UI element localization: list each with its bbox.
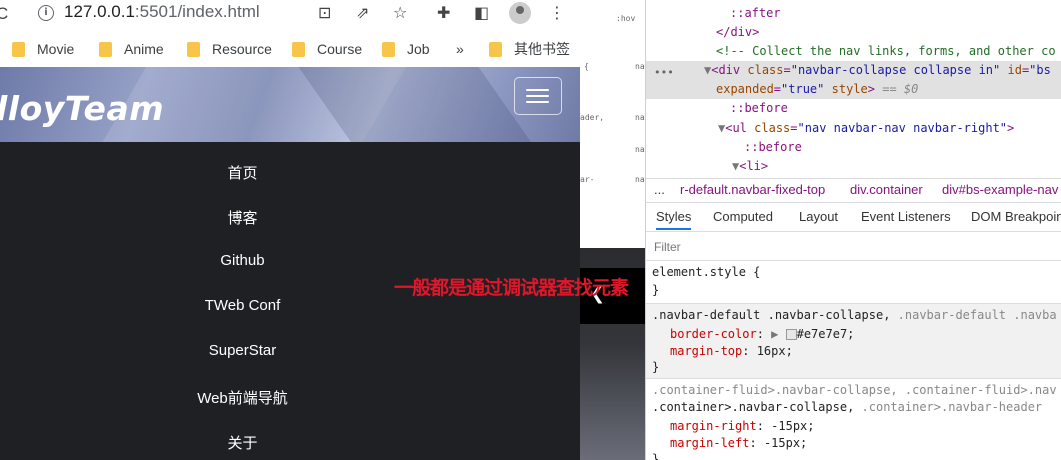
url-text[interactable]: 127.0.0.1:5501/index.html [64,2,260,22]
tree-line[interactable]: ::before [744,140,802,154]
hamburger-icon [526,89,549,91]
annotation-text: 一般都是通过调试器查找元素 [394,277,629,299]
bookmark-course[interactable]: Course [292,39,362,59]
css-value[interactable]: -15px; [771,419,814,433]
folder-icon [99,41,112,57]
strip-label: na [635,62,645,71]
folder-icon [187,41,200,57]
folder-icon [12,41,25,57]
rule-selector-unmatched: .navbar-default .navba [897,308,1057,322]
css-property[interactable]: margin-top [670,344,742,358]
tree-line[interactable]: ::after [730,6,781,20]
bookmarks-bar: Movie Anime Resource Course Job » 其他书签 [0,31,580,68]
breadcrumb-item[interactable]: div#bs-example-nav [942,182,1058,197]
css-value[interactable]: #e7e7e7; [797,327,855,341]
breadcrumb-item[interactable]: r-default.navbar-fixed-top [680,182,825,197]
node-menu-icon[interactable]: ••• [654,66,674,79]
rule-selector[interactable]: .container>.navbar-collapse, [652,400,854,414]
devtools-subtabs: Styles Computed Layout Event Listeners D… [646,202,1061,232]
nav-item-github[interactable]: Github [0,252,485,269]
strip-label: na [635,113,645,122]
nav-item-about[interactable]: 关于 [0,432,485,453]
breadcrumb-more[interactable]: ... [654,182,665,197]
star-icon[interactable]: ☆ [393,3,407,22]
tab-event-listeners[interactable]: Event Listeners [861,209,951,224]
site-header: lloyTeam [0,67,580,142]
bookmark-resource[interactable]: Resource [187,39,272,59]
tree-line-selected-cont[interactable]: expanded="true" style> == $0 [716,82,918,96]
menu-icon[interactable]: ⋮ [549,3,565,22]
dom-breadcrumbs: ... r-default.navbar-fixed-top div.conta… [646,178,1061,203]
tree-line[interactable]: ::before [730,101,788,115]
strip-label: na [635,175,645,184]
css-property[interactable]: margin-right [670,419,757,433]
tree-line[interactable]: ▼<li> [732,159,768,173]
nav-item-superstar[interactable]: SuperStar [0,342,485,359]
strip-label: na [635,145,645,154]
tab-layout[interactable]: Layout [799,209,838,224]
browser-window: C i 127.0.0.1:5501/index.html ⊡ ⇗ ☆ ✚ ◧ … [0,0,580,460]
bookmarks-overflow[interactable]: » [456,39,464,59]
profile-avatar[interactable] [509,2,531,24]
bookmark-other[interactable]: 其他书签 [489,39,570,59]
tree-line[interactable]: </div> [716,25,759,39]
reload-icon[interactable]: C [0,4,8,24]
rule-close: } [652,283,660,297]
styles-filter-input[interactable]: Filter [646,232,1061,261]
elements-tree: ••• ::after </div> <!-- Collect the nav … [646,0,1061,178]
background-window-strip: :hov { na ader, na na ar- na ❮ [580,0,645,460]
nav-item-blog[interactable]: 博客 [0,207,485,228]
rule-selector[interactable]: .container-fluid>.navbar-collapse, .cont… [652,383,1057,397]
css-property[interactable]: border-color [670,327,757,341]
site-nav: 首页 博客 Github TWeb Conf SuperStar Web前端导航… [0,142,580,460]
sidepanel-icon[interactable]: ◧ [474,3,489,22]
tree-line-selected[interactable]: ▼<div class="navbar-collapse collapse in… [704,63,1051,77]
folder-icon [489,41,502,57]
site-info-icon[interactable]: i [38,5,54,21]
nav-item-home[interactable]: 首页 [0,162,485,183]
css-value[interactable]: -15px; [764,436,807,450]
css-value[interactable]: 16px; [757,344,793,358]
folder-icon [292,41,305,57]
rule-navbar-collapse: .navbar-default .navbar-collapse, .navba… [646,303,1061,379]
share-icon[interactable]: ⇗ [356,3,369,22]
devtools-panel: ••• ::after </div> <!-- Collect the nav … [645,0,1061,460]
breadcrumb-item[interactable]: div.container [850,182,923,197]
address-bar[interactable]: C i 127.0.0.1:5501/index.html ⊡ ⇗ ☆ ✚ ◧ … [0,0,580,31]
tab-computed[interactable]: Computed [713,209,773,224]
tab-styles[interactable]: Styles [656,209,692,230]
nav-item-web-nav[interactable]: Web前端导航 [0,387,485,408]
tab-dom-breakpoints[interactable]: DOM Breakpoin [971,209,1061,224]
tree-line[interactable]: <!-- Collect the nav links, forms, and o… [716,44,1056,58]
rule-close: } [652,452,660,460]
rule-close: } [652,360,660,374]
bookmark-anime[interactable]: Anime [99,39,164,59]
color-swatch[interactable] [785,329,797,340]
extensions-icon[interactable]: ✚ [437,3,450,22]
rule-selector[interactable]: .navbar-default .navbar-collapse, [652,308,890,322]
rule-selector-unmatched: .container>.navbar-header [861,400,1043,414]
strip-label: :hov [616,14,636,23]
navbar-toggle-button[interactable] [514,77,562,115]
tree-line[interactable]: ▼<ul class="nav navbar-nav navbar-right"… [718,121,1014,135]
site-brand[interactable]: lloyTeam [0,89,164,128]
bookmark-movie[interactable]: Movie [12,39,74,59]
rule-element-style: element.style { } [646,261,1061,303]
bookmark-job[interactable]: Job [382,39,430,59]
translate-icon[interactable]: ⊡ [318,3,331,22]
rule-selector[interactable]: element.style { [652,265,760,279]
rule-container-collapse: .container-fluid>.navbar-collapse, .cont… [646,378,1061,460]
css-property[interactable]: margin-left [670,436,749,450]
folder-icon [382,41,395,57]
